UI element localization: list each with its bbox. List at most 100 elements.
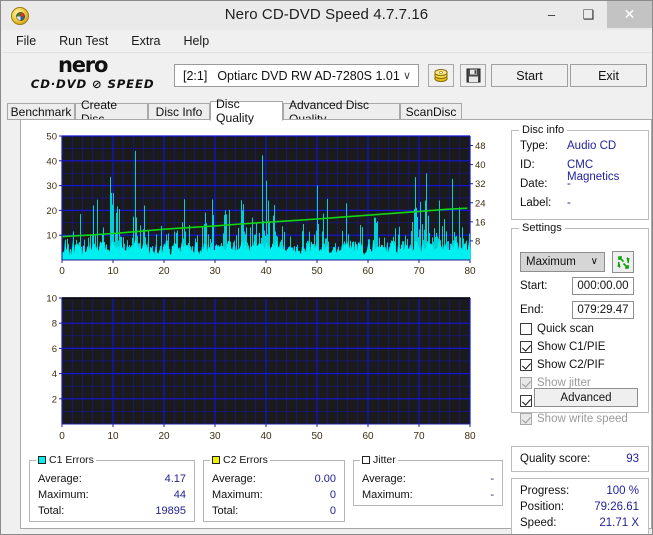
drive-selector[interactable]: [2:1] Optiarc DVD RW AD-7280S 1.01 ∨ xyxy=(174,64,419,87)
svg-text:8: 8 xyxy=(475,236,480,247)
legend-jitter-title: Jitter xyxy=(360,454,398,466)
jitter-average-value: - xyxy=(490,473,494,485)
legend-jitter-label: Jitter xyxy=(373,454,396,466)
c2-average-label: Average: xyxy=(212,473,256,485)
end-time-label: End: xyxy=(520,304,544,316)
svg-text:10: 10 xyxy=(46,231,57,242)
quick-scan-checkbox-box xyxy=(520,323,532,335)
tab-scandisc[interactable]: ScanDisc xyxy=(400,103,462,120)
status-group: Progress: 100 % Position: 79:26.61 Speed… xyxy=(511,478,649,534)
title-bar: Nero CD-DVD Speed 4.7.7.16 – ❑ ✕ xyxy=(1,1,652,30)
svg-text:40: 40 xyxy=(260,431,272,442)
show-read-speed-checkbox-box xyxy=(520,395,532,407)
start-button[interactable]: Start xyxy=(491,64,568,87)
eject-disc-button[interactable] xyxy=(428,64,454,87)
svg-text:10: 10 xyxy=(46,294,57,305)
tab-create-disc[interactable]: Create Disc xyxy=(75,98,148,126)
disc-type-value: Audio CD xyxy=(567,140,617,152)
close-button[interactable]: ✕ xyxy=(607,1,652,28)
svg-text:20: 20 xyxy=(158,431,170,442)
svg-text:50: 50 xyxy=(46,132,57,143)
disc-id-label: ID: xyxy=(520,159,535,171)
menu-run-test[interactable]: Run Test xyxy=(50,32,117,50)
menu-help[interactable]: Help xyxy=(174,32,218,50)
quick-scan-label: Quick scan xyxy=(537,323,594,335)
menu-file[interactable]: File xyxy=(7,32,45,50)
speed-value: 21.71 X xyxy=(599,517,639,529)
disc-stack-icon xyxy=(434,69,448,82)
checkbox-quick-scan[interactable]: Quick scan xyxy=(520,323,594,335)
svg-text:70: 70 xyxy=(413,431,425,442)
svg-text:10: 10 xyxy=(107,431,119,442)
svg-text:20: 20 xyxy=(158,266,170,277)
chevron-down-icon: ∨ xyxy=(402,70,411,82)
advanced-button[interactable]: Advanced xyxy=(534,388,638,407)
c2-color-swatch xyxy=(212,456,220,464)
jitter-color-swatch xyxy=(362,456,370,464)
quality-score-group: Quality score: 93 xyxy=(511,446,649,472)
speed-select[interactable]: Maximum ∨ xyxy=(520,252,605,272)
c1-total-label: Total: xyxy=(38,505,65,517)
legend-c1-label: C1 Errors xyxy=(49,454,94,466)
start-time-field[interactable]: 000:00.00 xyxy=(572,277,634,295)
legend-jitter: Jitter Average: - Maximum: - xyxy=(353,454,503,506)
svg-text:30: 30 xyxy=(46,181,57,192)
svg-text:80: 80 xyxy=(464,431,476,442)
window-controls: – ❑ ✕ xyxy=(533,1,652,28)
minimize-button[interactable]: – xyxy=(533,1,570,28)
svg-text:48: 48 xyxy=(475,141,486,152)
legend-c2-title: C2 Errors xyxy=(210,454,270,466)
svg-text:2: 2 xyxy=(52,394,57,405)
tab-advanced-disc-quality[interactable]: Advanced Disc Quality xyxy=(283,98,400,126)
c2-maximum-value: 0 xyxy=(329,489,336,501)
exit-button[interactable]: Exit xyxy=(570,64,647,87)
menu-bar: File Run Test Extra Help xyxy=(2,30,652,53)
c1-color-swatch xyxy=(38,456,46,464)
show-write-speed-label: Show write speed xyxy=(537,413,628,425)
end-time-field[interactable]: 079:29.47 xyxy=(572,301,634,319)
svg-text:60: 60 xyxy=(362,266,374,277)
tab-disc-quality[interactable]: Disc Quality xyxy=(210,97,283,125)
svg-text:20: 20 xyxy=(46,206,57,217)
nero-cd-dvd-speed-window: Nero CD-DVD Speed 4.7.7.16 – ❑ ✕ File Ru… xyxy=(0,0,653,535)
app-disc-icon xyxy=(11,7,29,25)
svg-text:40: 40 xyxy=(260,266,272,277)
legend-c1-title: C1 Errors xyxy=(36,454,96,466)
refresh-drive-button[interactable] xyxy=(612,251,634,273)
settings-title: Settings xyxy=(519,222,565,234)
show-c2-checkbox-box xyxy=(520,359,532,371)
menu-extra[interactable]: Extra xyxy=(122,32,169,50)
svg-text:24: 24 xyxy=(475,198,486,209)
disc-label-label: Label: xyxy=(520,197,552,209)
disc-info-group: Disc info Type: Audio CD ID: CMC Magneti… xyxy=(511,124,649,220)
c1-maximum-label: Maximum: xyxy=(38,489,89,501)
save-results-button[interactable] xyxy=(460,64,486,87)
show-c1-label: Show C1/PIE xyxy=(537,341,606,353)
tab-benchmark[interactable]: Benchmark xyxy=(7,103,75,120)
c2-maximum-label: Maximum: xyxy=(212,489,263,501)
speed-label: Speed: xyxy=(520,517,557,529)
jitter-average-label: Average: xyxy=(362,473,406,485)
disc-date-value: - xyxy=(567,178,571,190)
drive-name-label: Optiarc DVD RW AD-7280S 1.01 xyxy=(217,68,400,83)
toolbar: nero CD·DVD ⊘ SPEED [2:1] Optiarc DVD RW… xyxy=(2,53,652,99)
c2-average-value: 0.00 xyxy=(314,473,336,485)
show-jitter-checkbox-box xyxy=(520,377,532,389)
svg-text:6: 6 xyxy=(52,344,57,355)
settings-group: Settings Maximum ∨ Start: 000:00.00 End:… xyxy=(511,222,649,425)
progress-label: Progress: xyxy=(520,485,570,497)
position-label: Position: xyxy=(520,501,565,513)
maximize-button[interactable]: ❑ xyxy=(570,1,607,28)
checkbox-show-write-speed: Show write speed xyxy=(520,413,628,425)
checkbox-show-c2-pif[interactable]: Show C2/PIF xyxy=(520,359,605,371)
disc-quality-panel: 10 20 30 40 50 8 16 24 32 40 48 0 10 20 30 40 50 60 70 80 2… xyxy=(20,119,652,534)
svg-text:40: 40 xyxy=(475,160,486,171)
logo-subtitle-text: CD·DVD ⊘ SPEED xyxy=(30,77,155,91)
checkbox-show-c1-pie[interactable]: Show C1/PIE xyxy=(520,341,605,353)
show-write-speed-checkbox-box xyxy=(520,413,532,425)
svg-text:50: 50 xyxy=(311,266,323,277)
svg-text:70: 70 xyxy=(413,266,425,277)
svg-text:0: 0 xyxy=(59,431,65,442)
tab-disc-info[interactable]: Disc Info xyxy=(148,103,210,120)
tab-strip: Benchmark Create Disc Disc Info Disc Qua… xyxy=(2,97,652,126)
